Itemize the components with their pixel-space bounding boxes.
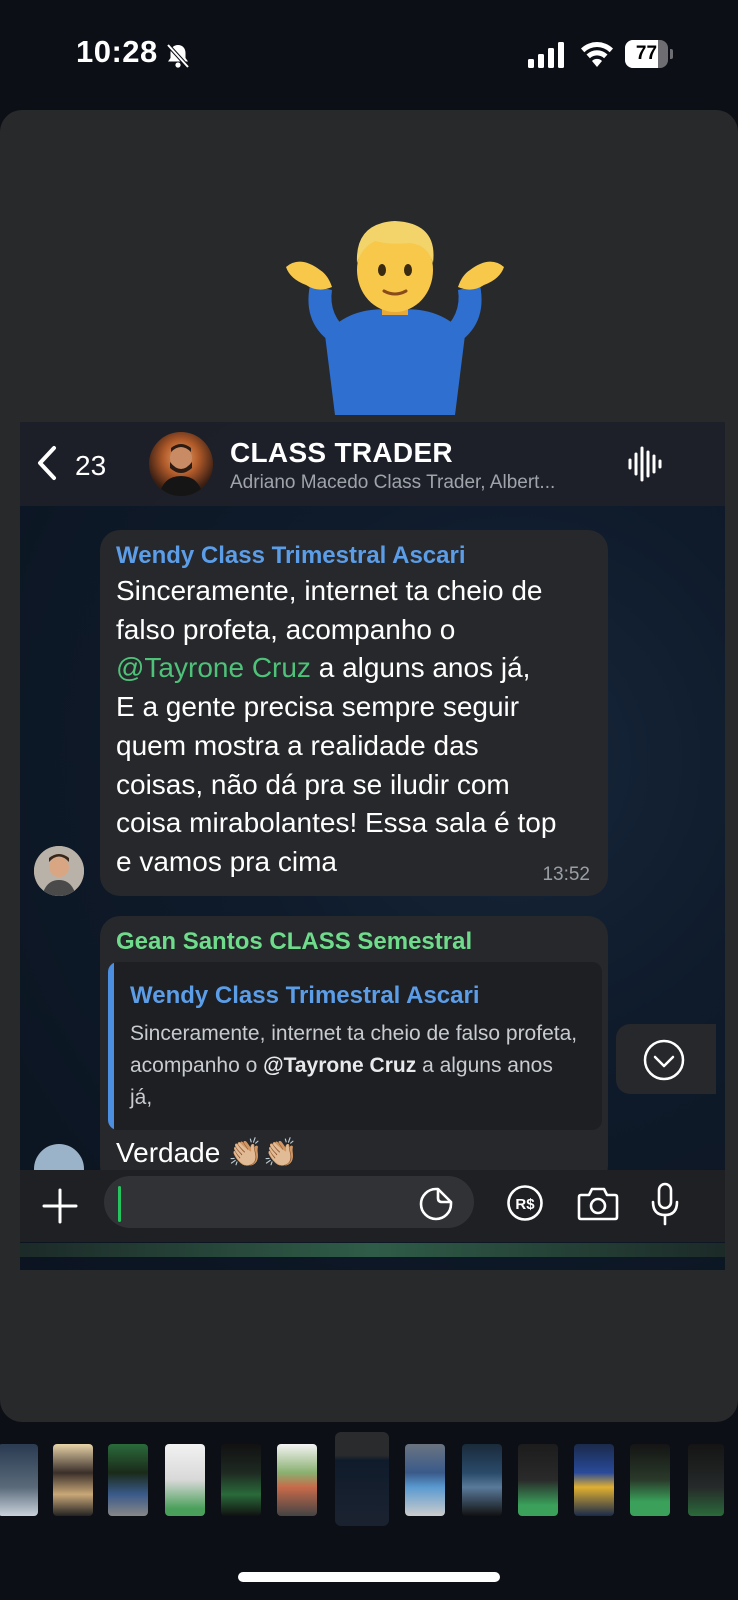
mention-link[interactable]: @Tayrone Cruz [116, 652, 311, 683]
chat-participants[interactable]: Adriano Macedo Class Trader, Albert... [230, 472, 620, 494]
home-indicator[interactable] [238, 1572, 500, 1582]
message-time: 13:52 [542, 864, 590, 885]
quoted-message[interactable]: Wendy Class Trimestral Ascari Sinceramen… [108, 962, 602, 1130]
thumbnail[interactable] [221, 1444, 261, 1516]
unread-count[interactable]: 23 [75, 450, 106, 482]
chevron-down-circle-icon [643, 1039, 685, 1081]
quote-text: Sinceramente, internet ta cheio de falso… [130, 1022, 578, 1109]
voice-chat-icon[interactable] [624, 444, 664, 484]
thumbnail[interactable] [165, 1444, 205, 1516]
scroll-down-button[interactable] [616, 1024, 716, 1094]
status-bar: 10:28 77 [0, 0, 738, 108]
message-bubble[interactable]: Wendy Class Trimestral Ascari Sinceramen… [100, 530, 608, 896]
thumbnail[interactable] [462, 1444, 502, 1516]
battery-icon: 77 [625, 40, 673, 68]
message-composer: R$ [20, 1170, 725, 1242]
wifi-icon [581, 42, 613, 67]
battery-percent: 77 [635, 43, 658, 64]
message-text: Sinceramente, internet ta cheio de falso… [116, 575, 557, 877]
quote-bar [108, 962, 114, 1130]
attach-plus-icon[interactable] [40, 1186, 80, 1226]
thumbnail-active[interactable] [335, 1432, 389, 1526]
signal-icon [528, 42, 564, 68]
thumbnail[interactable] [53, 1444, 93, 1516]
thumbnail[interactable] [277, 1444, 317, 1516]
message-sender[interactable]: Wendy Class Trimestral Ascari [116, 542, 466, 570]
thumbnail[interactable] [688, 1444, 724, 1516]
camera-icon[interactable] [577, 1185, 619, 1221]
sticker-icon[interactable] [418, 1186, 454, 1222]
thumbnail[interactable] [0, 1444, 38, 1516]
chat-screen: 23 CLASS TRADER Adriano Macedo Class Tra… [20, 422, 725, 1270]
message-sender[interactable]: Gean Santos CLASS Semestral [116, 928, 472, 956]
message-bubble[interactable]: Gean Santos CLASS Semestral Wendy Class … [100, 916, 608, 1186]
payment-real-icon[interactable]: R$ [506, 1184, 544, 1222]
text-cursor [118, 1186, 121, 1222]
sender-avatar[interactable] [34, 846, 84, 896]
thumbnail[interactable] [574, 1444, 614, 1516]
thumbnail[interactable] [108, 1444, 148, 1516]
quote-sender: Wendy Class Trimestral Ascari [130, 982, 480, 1009]
microphone-icon[interactable] [650, 1182, 680, 1226]
app-switcher-thumbnails [0, 1430, 738, 1526]
svg-text:R$: R$ [515, 1196, 535, 1213]
group-avatar[interactable] [149, 432, 213, 496]
thumbnail[interactable] [518, 1444, 558, 1516]
status-time: 10:28 [76, 34, 158, 69]
thumbnail[interactable] [405, 1444, 445, 1516]
keyboard-edge [20, 1243, 725, 1257]
back-chevron-icon[interactable] [34, 444, 58, 482]
person-shrugging-emoji [286, 221, 504, 415]
message-text: Verdade 👏🏼👏🏼 [116, 1137, 298, 1168]
chat-title[interactable]: CLASS TRADER [230, 437, 453, 469]
bell-slash-icon [166, 43, 190, 69]
chat-header: 23 CLASS TRADER Adriano Macedo Class Tra… [20, 422, 725, 506]
thumbnail[interactable] [630, 1444, 670, 1516]
